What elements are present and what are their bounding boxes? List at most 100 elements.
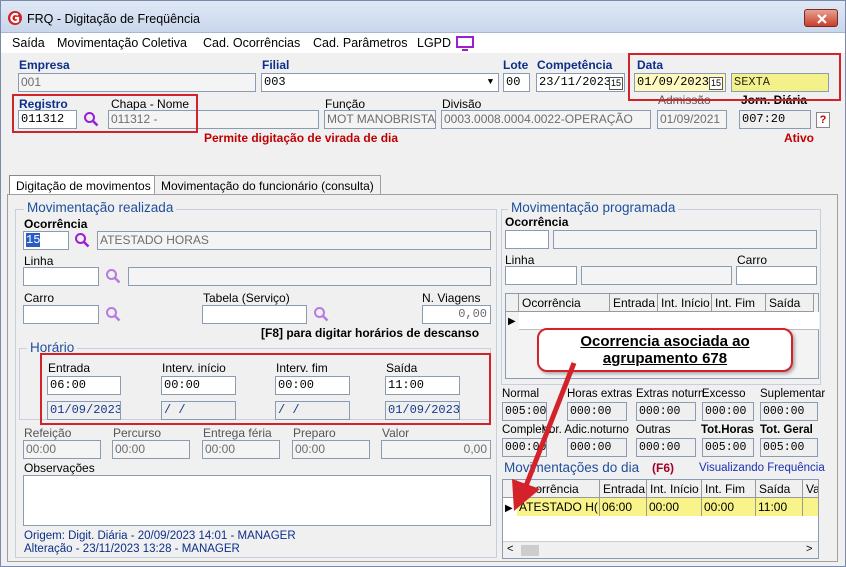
viagens-label: N. Viagens (422, 291, 481, 305)
carro-label: Carro (24, 291, 55, 305)
entrada-field[interactable]: 06:00 (47, 376, 121, 395)
tab-digitacao[interactable]: Digitação de movimentos (9, 175, 158, 195)
filial-dropdown-arrow-icon[interactable]: ▼ (481, 74, 498, 91)
valor-label: Valor (382, 426, 410, 440)
tabela-field[interactable] (202, 305, 307, 324)
registro-field[interactable]: 011312 (18, 110, 77, 129)
menu-bar: Saída Movimentação Coletiva Cad. Ocorrên… (1, 33, 845, 53)
carro-search-icon[interactable] (105, 306, 121, 322)
realizada-title: Movimentação realizada (24, 200, 177, 215)
filial-field[interactable]: 003 (261, 73, 499, 92)
dia-cell-saida[interactable]: 11:00 (756, 498, 803, 516)
refeicao-label: Refeição (24, 426, 72, 440)
prog-col-int-fim[interactable]: Int. Fim (712, 294, 766, 312)
dia-horizontal-scrollbar[interactable]: < > (503, 541, 818, 558)
menu-cad-ocorrencias[interactable]: Cad. Ocorrências (203, 36, 300, 50)
entrega-field[interactable]: 00:00 (202, 440, 280, 459)
callout-arrow-icon (512, 362, 577, 511)
entrada-date-field[interactable]: 01/09/2023 (47, 401, 121, 420)
close-icon (817, 14, 827, 24)
entrega-label: Entrega féria (203, 426, 272, 440)
jorn-label: Jorn. Diária (741, 93, 808, 107)
int-fim-field[interactable]: 00:00 (275, 376, 350, 395)
grid-corner (506, 294, 519, 312)
close-button[interactable] (804, 9, 838, 27)
programada-title: Movimentação programada (508, 200, 679, 215)
carro-field[interactable] (23, 305, 99, 324)
dia-col-int-fim[interactable]: Int. Fim (702, 480, 756, 498)
menu-saida[interactable]: Saída (12, 36, 45, 50)
total-label-tot-horas: Tot.Horas (701, 424, 754, 436)
saida-field[interactable]: 11:00 (385, 376, 460, 395)
menu-lgpd[interactable]: LGPD (417, 36, 451, 50)
chapa-label: Chapa - Nome (111, 97, 190, 111)
prog-carro-field[interactable] (736, 266, 817, 285)
prog-ocorrencia-field[interactable] (505, 230, 549, 249)
prog-linha-field[interactable] (505, 266, 577, 285)
competencia-calendar-icon[interactable]: 15 (609, 77, 623, 90)
total-outras: 000:00 (636, 438, 696, 457)
jorn-field: 007:20 (739, 110, 811, 129)
total-extras-noturn: 000:00 (636, 402, 696, 421)
help-button[interactable]: ? (816, 112, 830, 128)
int-fim-date-field[interactable]: / / (275, 401, 350, 420)
dia-cell-int-inicio[interactable]: 00:00 (647, 498, 702, 516)
preparo-label: Preparo (293, 426, 336, 440)
dia-col-saida[interactable]: Saída (756, 480, 803, 498)
observacoes-textarea[interactable] (23, 475, 491, 526)
ocorrencia-desc-field: ATESTADO HORAS (97, 231, 491, 250)
lote-label: Lote (503, 58, 529, 72)
menu-cad-parametros[interactable]: Cad. Parâmetros (313, 36, 407, 50)
dia-col-int-inicio[interactable]: Int. Início (647, 480, 702, 498)
tabela-search-icon[interactable] (313, 306, 329, 322)
status-text: Ativo (784, 131, 814, 145)
viagens-field[interactable]: 0,00 (422, 305, 491, 324)
prog-col-saida[interactable]: Saída (766, 294, 814, 312)
scroll-thumb[interactable] (521, 545, 539, 556)
int-inicio-date-field[interactable]: / / (161, 401, 236, 420)
percurso-field[interactable]: 00:00 (112, 440, 190, 459)
origem-text: Origem: Digit. Diária - 20/09/2023 14:01… (24, 530, 296, 542)
lote-field[interactable]: 00 (503, 73, 530, 92)
data-calendar-icon[interactable]: 15 (709, 77, 723, 90)
total-tot-geral: 005:00 (760, 438, 818, 457)
horario-title: Horário (27, 340, 78, 355)
scroll-left-icon[interactable]: < (507, 543, 513, 555)
valor-field[interactable]: 0,00 (381, 440, 491, 459)
ocorrencia-search-icon[interactable] (74, 232, 90, 248)
divisao-label: Divisão (442, 97, 482, 111)
registro-search-icon[interactable] (83, 111, 99, 127)
dia-cell-va[interactable] (803, 498, 819, 516)
app-logo-icon (8, 11, 22, 25)
data-label: Data (637, 58, 664, 72)
menu-movimentacao-coletiva[interactable]: Movimentação Coletiva (57, 36, 187, 50)
visualizando-text: Visualizando Frequência (699, 462, 825, 474)
funcao-field: MOT MANOBRISTA (324, 110, 436, 129)
prog-linha-label: Linha (505, 253, 535, 267)
dia-cell-int-fim[interactable]: 00:00 (702, 498, 756, 516)
callout-line1: Ocorrencia asociada ao (580, 333, 750, 350)
prog-col-int-inicio[interactable]: Int. Início (658, 294, 712, 312)
row-pointer-icon: ▶ (508, 316, 516, 327)
dia-cell-entrada[interactable]: 06:00 (600, 498, 647, 516)
dia-f6-shortcut: (F6) (652, 461, 674, 475)
prog-col-ocorrencia[interactable]: Ocorrência (519, 294, 610, 312)
linha-search-icon[interactable] (105, 268, 121, 284)
main-window: FRQ - Digitação de Freqüência Saída Movi… (0, 0, 846, 567)
monitor-icon[interactable] (456, 36, 474, 51)
dia-col-va[interactable]: Va (803, 480, 819, 498)
preparo-field[interactable]: 00:00 (292, 440, 370, 459)
linha-field[interactable] (23, 267, 99, 286)
ocorrencia-code-field[interactable]: 15 (23, 231, 69, 250)
dia-col-entrada[interactable]: Entrada (600, 480, 647, 498)
empresa-field[interactable]: 001 (18, 73, 256, 92)
saida-label: Saída (386, 361, 418, 375)
linha-label: Linha (24, 254, 54, 268)
refeicao-field[interactable]: 00:00 (23, 440, 101, 459)
prog-ocorrencia-label: Ocorrência (505, 215, 569, 229)
prog-col-entrada[interactable]: Entrada (610, 294, 658, 312)
int-inicio-field[interactable]: 00:00 (161, 376, 236, 395)
saida-date-field[interactable]: 01/09/2023 (385, 401, 460, 420)
scroll-right-icon[interactable]: > (806, 543, 812, 555)
tab-movimentacao-funcionario[interactable]: Movimentação do funcionário (consulta) (154, 175, 381, 195)
